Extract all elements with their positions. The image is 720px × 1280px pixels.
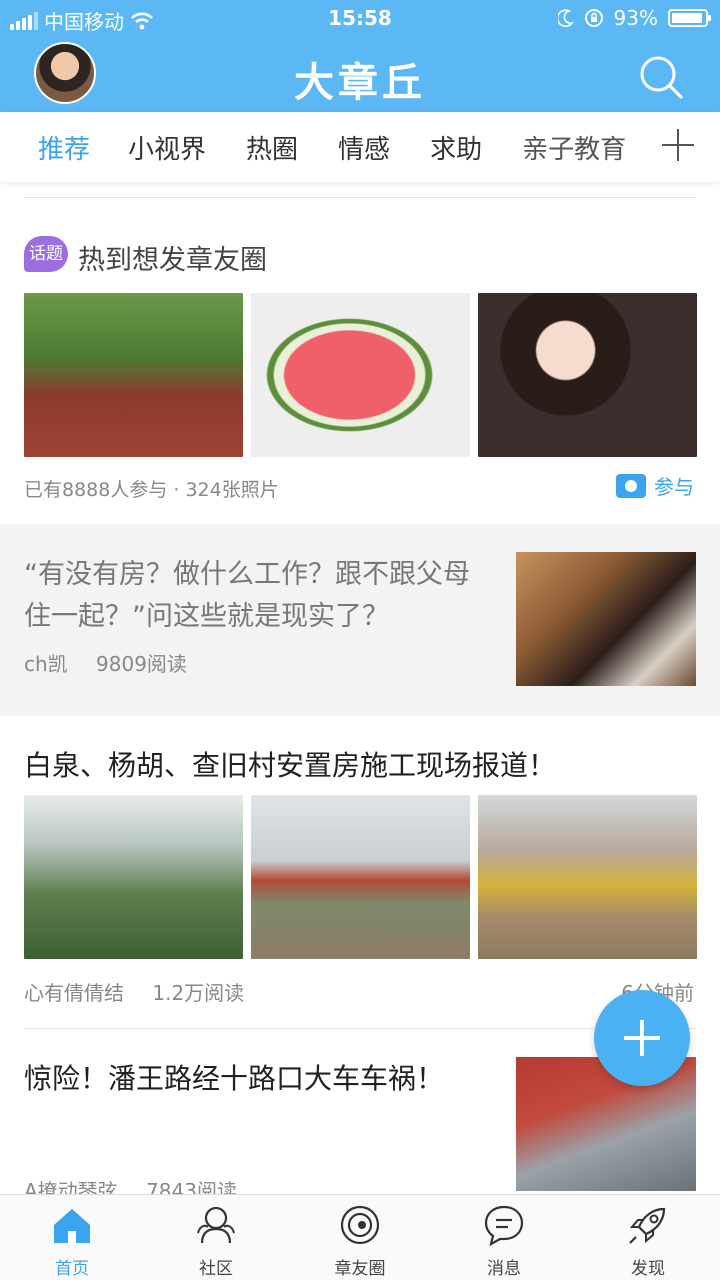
home-icon	[54, 1209, 90, 1243]
nav-discover[interactable]: 发现	[576, 1195, 720, 1280]
truck-image[interactable]	[251, 795, 470, 959]
tab-emotion[interactable]: 情感	[338, 129, 390, 166]
category-tabs: 推荐 小视界 热圈 情感 求助 亲子教育	[0, 112, 720, 182]
nav-label: 社区	[199, 1259, 233, 1279]
article-title[interactable]: 惊险！潘王路经十路口大车车祸！	[24, 1057, 444, 1097]
excavator-image[interactable]	[478, 795, 697, 959]
join-label: 参与	[654, 475, 694, 499]
compose-button[interactable]	[594, 990, 690, 1086]
rocket-icon	[629, 1207, 666, 1244]
nav-label: 消息	[487, 1259, 521, 1279]
status-bar: 中国移动 15:58 93%	[0, 0, 720, 36]
article-thumbnail[interactable]	[516, 552, 696, 686]
parade-image[interactable]	[24, 293, 243, 457]
circle-icon	[340, 1205, 380, 1245]
nav-home[interactable]: 首页	[0, 1195, 144, 1280]
nav-label: 首页	[55, 1259, 89, 1279]
app: 中国移动 15:58 93% 大章丘 推荐 小视界 热圈 情感 求助 亲子教育 …	[0, 0, 720, 1280]
tab-parenting[interactable]: 亲子教育	[522, 129, 626, 166]
tab-help[interactable]: 求助	[430, 129, 482, 166]
tab-recommend[interactable]: 推荐	[38, 129, 90, 166]
article-meta: 心有倩倩结 1.2万阅读	[24, 977, 244, 1006]
article-author: ch凯	[24, 652, 68, 676]
article-images	[24, 795, 697, 959]
topic-card[interactable]: 话题 热到想发章友圈 已有8888人参与 · 324张照片 参与	[0, 198, 720, 524]
battery-icon	[668, 9, 711, 27]
message-icon	[484, 1205, 524, 1247]
topic-images	[24, 293, 697, 457]
camera-icon	[616, 473, 646, 498]
moon-icon	[557, 9, 574, 27]
bottom-nav: 首页 社区 章友圈 消息 发现	[0, 1194, 720, 1280]
portrait-image[interactable]	[478, 293, 697, 457]
battery-percent: 93%	[613, 6, 658, 30]
article-title[interactable]: “有没有房？做什么工作？跟不跟父母住一起？”问这些就是现实了？	[24, 554, 494, 638]
nav-label: 发现	[631, 1259, 665, 1279]
nav-messages[interactable]: 消息	[432, 1195, 576, 1280]
article-card[interactable]: 白泉、杨胡、查旧村安置房施工现场报道！ 心有倩倩结 1.2万阅读 6分钟前	[0, 716, 720, 1028]
join-button[interactable]: 参与	[616, 471, 694, 500]
rotation-lock-icon	[584, 9, 603, 27]
article-reads: 1.2万阅读	[152, 981, 245, 1005]
search-icon[interactable]	[638, 54, 684, 100]
topic-meta: 已有8888人参与 · 324张照片	[24, 479, 279, 501]
header-bar: 中国移动 15:58 93% 大章丘	[0, 0, 720, 112]
nav-circle[interactable]: 章友圈	[288, 1195, 432, 1280]
topic-title[interactable]: 热到想发章友圈	[78, 238, 267, 277]
tab-small-view[interactable]: 小视界	[128, 129, 206, 166]
add-tab-icon[interactable]	[658, 125, 698, 165]
watermelon-image[interactable]	[251, 293, 470, 457]
article-title[interactable]: 白泉、杨胡、查旧村安置房施工现场报道！	[24, 744, 556, 784]
article-meta: ch凯 9809阅读	[24, 648, 187, 677]
app-title: 大章丘	[294, 60, 426, 106]
article-card[interactable]: “有没有房？做什么工作？跟不跟父母住一起？”问这些就是现实了？ ch凯 9809…	[0, 524, 720, 716]
housing-render-image[interactable]	[24, 795, 243, 959]
status-right: 93%	[557, 6, 711, 30]
nav-community[interactable]: 社区	[144, 1195, 288, 1280]
community-icon	[197, 1206, 235, 1244]
article-author: 心有倩倩结	[24, 981, 124, 1005]
article-reads: 9809阅读	[96, 652, 187, 676]
tab-hot-circle[interactable]: 热圈	[246, 129, 298, 166]
nav-label: 章友圈	[334, 1259, 386, 1279]
topic-badge: 话题	[24, 236, 68, 272]
